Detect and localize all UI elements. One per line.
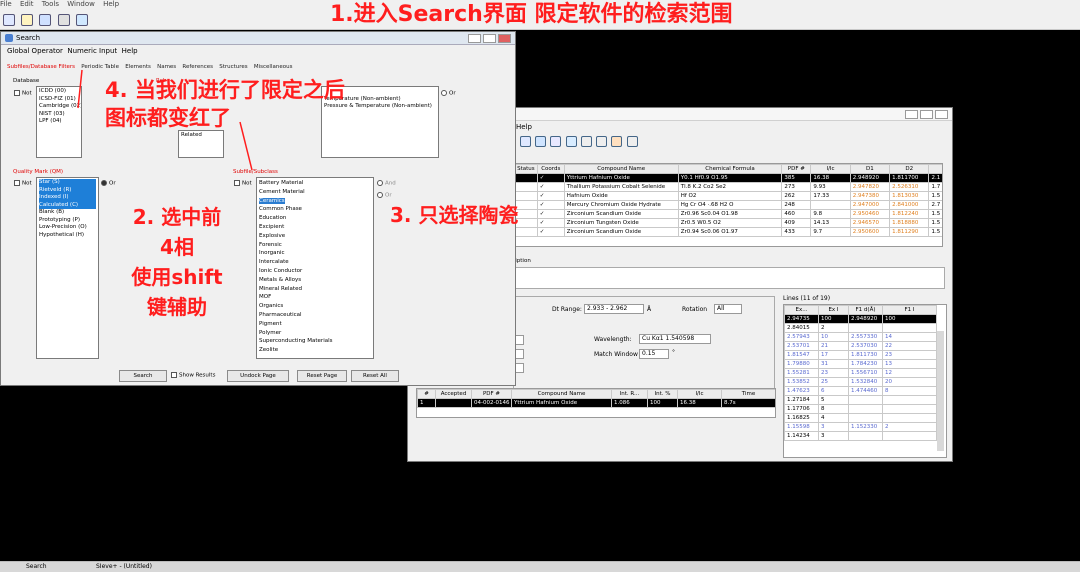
arrow-line-1 (77, 69, 83, 109)
status-bar: Search SIeve+ - (Untitled) (0, 561, 1080, 572)
status-search-tab[interactable]: Search (26, 563, 47, 570)
status-file-tab[interactable]: SIeve+ - (Untitled) (96, 563, 152, 570)
annotation-step4: 4. 当我们进行了限定之后 图标都变红了 (105, 78, 345, 130)
annotation-step2: 2. 选中前 4相 使用shift 键辅助 (131, 205, 223, 319)
annotation-step3: 3. 只选择陶瓷 (390, 203, 519, 227)
